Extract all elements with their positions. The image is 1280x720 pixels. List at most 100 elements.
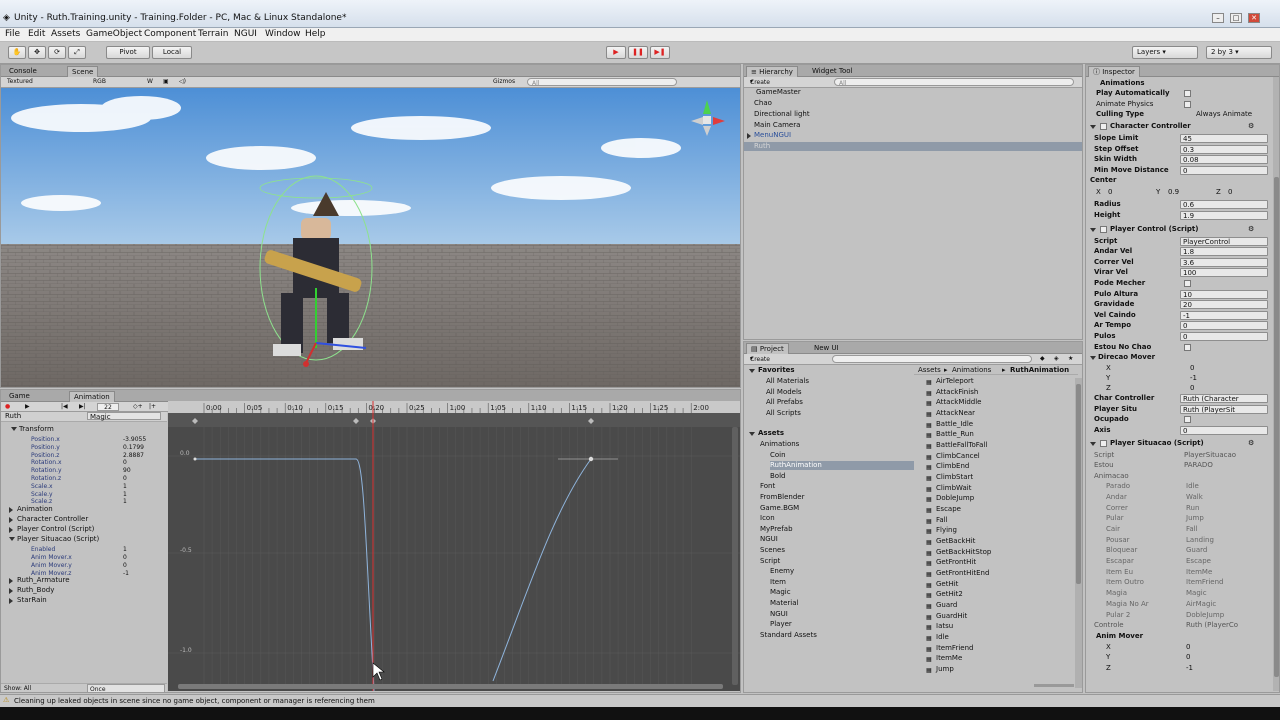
axis-value[interactable]: 0 — [1190, 384, 1194, 393]
asset-file[interactable]: ItemFriend — [936, 644, 973, 653]
layout-dropdown[interactable]: 2 by 3 ▾ — [1206, 46, 1272, 59]
animacao-value[interactable]: Walk — [1186, 493, 1203, 502]
center-z-value[interactable]: 0 — [1228, 188, 1232, 197]
breadcrumb-ruthanimation[interactable]: RuthAnimation — [1010, 366, 1069, 375]
shading-dropdown[interactable]: Textured — [7, 78, 33, 85]
anim-mover-axis-value[interactable]: 0 — [1186, 643, 1190, 652]
menu-component[interactable]: Component — [144, 29, 196, 39]
prop-fold[interactable] — [9, 588, 13, 595]
close-button[interactable]: ✕ — [1248, 13, 1260, 23]
hierarchy-search-input[interactable]: All — [834, 78, 1074, 87]
prop-fold[interactable] — [9, 598, 13, 605]
asset-file[interactable]: GetBackHitStop — [936, 548, 991, 557]
player-control-enabled-checkbox[interactable] — [1100, 225, 1107, 233]
folder-item[interactable]: Bold — [770, 472, 785, 481]
prop-fold[interactable] — [11, 427, 17, 431]
asset-file[interactable]: GetFrontHit — [936, 558, 976, 567]
menu-terrain[interactable]: Terrain — [198, 29, 228, 39]
wrap-mode-dropdown[interactable]: Once — [87, 684, 165, 692]
play-automatically-checkbox[interactable] — [1184, 90, 1191, 97]
folder-item[interactable]: NGUI — [760, 535, 778, 544]
favorites-fold[interactable] — [749, 369, 755, 373]
pc-ref-field-field[interactable]: Ruth (Character — [1180, 394, 1268, 404]
character-controller-settings-icon[interactable]: ⚙ — [1248, 122, 1254, 131]
asset-file[interactable]: GetBackHit — [936, 537, 975, 546]
tab-inspector[interactable]: ⓘ Inspector — [1088, 66, 1140, 77]
hierarchy-create-button[interactable]: Create ▾ — [750, 78, 770, 86]
project-filter-icon[interactable]: ◆ — [1040, 355, 1045, 362]
asset-file[interactable]: Escape — [936, 505, 961, 514]
clip-dropdown[interactable]: Magic — [87, 412, 161, 421]
scene-2d-toggle[interactable]: W — [147, 78, 153, 85]
move-tool-button[interactable]: ✥ — [28, 46, 46, 59]
anim-mover-axis-value[interactable]: 0 — [1186, 653, 1190, 662]
player-situacao-settings-icon[interactable]: ⚙ — [1248, 439, 1254, 448]
folder-item[interactable]: Standard Assets — [760, 631, 817, 640]
favorite-item[interactable]: All Prefabs — [766, 398, 803, 407]
animacao-value[interactable]: Landing — [1186, 536, 1214, 545]
folder-item[interactable]: RuthAnimation — [770, 461, 914, 471]
pivot-toggle[interactable]: Pivot — [106, 46, 150, 59]
asset-file[interactable]: Battle_Run — [936, 430, 974, 439]
asset-file[interactable]: AirTeleport — [936, 377, 974, 386]
tab-animation[interactable]: Animation — [69, 391, 115, 402]
folder-item[interactable]: Player — [770, 620, 792, 629]
animacao-value[interactable]: Idle — [1186, 482, 1199, 491]
play-button[interactable]: ▶ — [606, 46, 626, 59]
minimize-button[interactable]: – — [1212, 13, 1224, 23]
animacao-value[interactable]: DobleJump — [1186, 611, 1224, 620]
pause-button[interactable]: ❚❚ — [628, 46, 648, 59]
hierarchy-item-main-camera[interactable]: Main Camera — [754, 121, 800, 130]
menu-window[interactable]: Window — [265, 29, 301, 39]
asset-file[interactable]: ClimbEnd — [936, 462, 969, 471]
cc-field-field[interactable]: 0 — [1180, 165, 1268, 175]
pc-ref-field-checkbox[interactable] — [1184, 416, 1191, 424]
axis-value[interactable]: -1 — [1190, 374, 1197, 383]
project-search-input[interactable] — [832, 355, 1032, 363]
folder-item[interactable]: Material — [770, 599, 798, 608]
folder-item[interactable]: Coin — [770, 451, 786, 460]
prop-fold[interactable] — [9, 517, 13, 524]
asset-file[interactable]: GuardHit — [936, 612, 967, 621]
animacao-value[interactable]: AirMagic — [1186, 600, 1216, 609]
breadcrumb-assets[interactable]: Assets — [918, 366, 941, 375]
folder-item[interactable]: Enemy — [770, 567, 794, 576]
folder-item[interactable]: FromBlender — [760, 493, 804, 502]
hand-tool-button[interactable]: ✋ — [8, 46, 26, 59]
hierarchy-item-chao[interactable]: Chao — [754, 99, 772, 108]
anim-property[interactable]: Animation — [17, 505, 53, 514]
curve-h-scrollbar[interactable] — [178, 684, 723, 689]
anim-property[interactable]: StarRain — [17, 596, 47, 605]
culling-type-dropdown[interactable]: Always Animate — [1196, 110, 1252, 119]
hierarchy-expand-menungui[interactable] — [747, 133, 751, 139]
animacao-value[interactable]: Jump — [1186, 514, 1204, 523]
assets-fold[interactable] — [749, 432, 755, 436]
controle-value[interactable]: Ruth (PlayerCo — [1186, 621, 1238, 630]
asset-file[interactable]: Flying — [936, 526, 957, 535]
anim-play-button[interactable]: ▶ — [25, 403, 30, 410]
player-control-settings-icon[interactable]: ⚙ — [1248, 225, 1254, 234]
pc-field-field[interactable]: 100 — [1180, 268, 1268, 278]
inspector-scrollbar[interactable] — [1273, 77, 1279, 691]
tab-widget-tool[interactable]: Widget Tool — [808, 66, 856, 77]
cc-field-field[interactable]: 0.3 — [1180, 144, 1268, 154]
scale-tool-button[interactable]: ⤢ — [68, 46, 86, 59]
render-mode-dropdown[interactable]: RGB — [93, 78, 106, 85]
ps-estou-value[interactable]: PARADO — [1184, 461, 1213, 470]
anim-property[interactable]: Transform — [19, 425, 54, 434]
local-toggle[interactable]: Local — [152, 46, 192, 59]
hierarchy-item-ruth[interactable]: Ruth — [744, 142, 1082, 151]
asset-file[interactable]: Guard — [936, 601, 957, 610]
favorite-item[interactable]: All Models — [766, 388, 802, 397]
cc-field-field[interactable]: 0.08 — [1180, 155, 1268, 165]
add-event-button[interactable]: |+ — [149, 403, 156, 410]
asset-file[interactable]: DobleJump — [936, 494, 974, 503]
tab-scene[interactable]: Scene — [67, 66, 99, 77]
rotate-tool-button[interactable]: ⟳ — [48, 46, 66, 59]
asset-file[interactable]: BattleFallToFall — [936, 441, 987, 450]
project-label-icon[interactable]: ◈ — [1054, 355, 1059, 362]
anim-property[interactable]: Ruth_Armature — [17, 576, 70, 585]
breadcrumb-animations[interactable]: Animations — [952, 366, 991, 375]
asset-file[interactable]: Fall — [936, 516, 948, 525]
prev-key-button[interactable]: |◀ — [61, 403, 68, 410]
